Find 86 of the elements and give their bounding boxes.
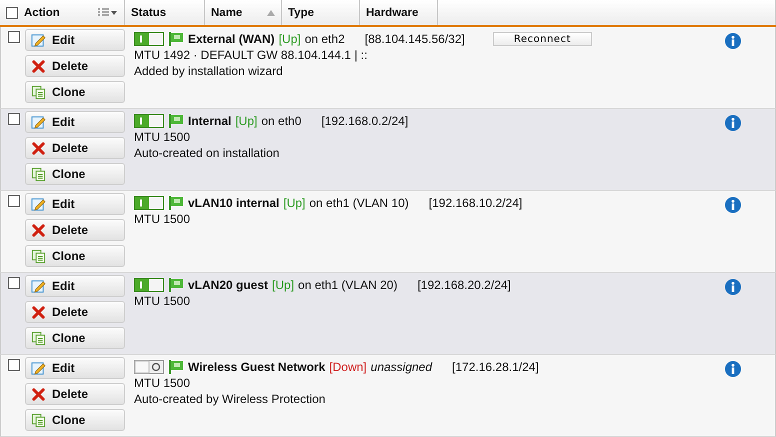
interface-port: on eth0 <box>261 113 302 129</box>
flag-icon <box>168 278 184 292</box>
toggle-switch[interactable] <box>134 114 164 128</box>
info-icon[interactable] <box>725 115 741 131</box>
copy-icon <box>31 248 46 264</box>
interface-port: on eth2 <box>304 31 345 47</box>
interface-detail: MTU 1492 · DEFAULT GW 88.104.144.1 | :: <box>134 47 368 63</box>
flag-icon <box>168 360 184 374</box>
row-checkbox[interactable] <box>8 195 20 207</box>
edit-button[interactable]: Edit <box>25 193 125 215</box>
delete-icon <box>31 140 46 156</box>
interface-name: vLAN10 internal <box>188 195 280 211</box>
row-checkbox[interactable] <box>8 277 20 289</box>
copy-icon <box>31 166 46 182</box>
delete-button[interactable]: Delete <box>25 137 125 159</box>
row-checkbox[interactable] <box>8 31 20 43</box>
interface-name: Wireless Guest Network <box>188 359 326 375</box>
column-header[interactable]: Status <box>131 6 166 18</box>
column-header[interactable]: Name <box>211 6 242 18</box>
clone-button[interactable]: Clone <box>25 409 125 431</box>
clone-button[interactable]: Clone <box>25 245 125 267</box>
row-checkbox[interactable] <box>8 113 20 125</box>
ip-address: [192.168.20.2/24] <box>417 277 511 293</box>
toggle-switch[interactable] <box>134 278 164 292</box>
edit-button[interactable]: Edit <box>25 29 125 51</box>
copy-icon <box>31 84 46 100</box>
clone-button[interactable]: Clone <box>25 163 125 185</box>
pencil-icon <box>31 114 46 130</box>
pencil-icon <box>31 360 46 376</box>
info-icon[interactable] <box>725 33 741 49</box>
interface-detail: Auto-created by Wireless Protection <box>134 391 326 407</box>
delete-icon <box>31 222 46 238</box>
info-icon[interactable] <box>725 197 741 213</box>
ip-address: [192.168.0.2/24] <box>321 113 408 129</box>
delete-button[interactable]: Delete <box>25 301 125 323</box>
toggle-switch[interactable] <box>134 32 164 46</box>
ip-address: [172.16.28.1/24] <box>452 359 539 375</box>
interface-status: [Down] <box>329 359 367 375</box>
ip-address: [192.168.10.2/24] <box>428 195 522 211</box>
interface-detail: MTU 1500 <box>134 211 192 227</box>
interface-detail: Auto-created on installation <box>134 145 280 161</box>
column-header[interactable]: Action <box>24 6 60 18</box>
interface-port: on eth1 (VLAN 20) <box>298 277 398 293</box>
edit-button[interactable]: Edit <box>25 275 125 297</box>
interface-name: External (WAN) <box>188 31 275 47</box>
delete-button[interactable]: Delete <box>25 219 125 241</box>
copy-icon <box>31 330 46 346</box>
delete-button[interactable]: Delete <box>25 55 125 77</box>
interface-port: unassigned <box>370 359 432 375</box>
interface-detail: MTU 1500 <box>134 375 192 391</box>
column-menu-icon[interactable] <box>98 8 118 18</box>
column-header[interactable]: Type <box>288 6 314 18</box>
clone-button[interactable]: Clone <box>25 81 125 103</box>
delete-icon <box>31 58 46 74</box>
interface-name: Internal <box>188 113 232 129</box>
delete-icon <box>31 386 46 402</box>
clone-button[interactable]: Clone <box>25 327 125 349</box>
interface-port: on eth1 (VLAN 10) <box>309 195 409 211</box>
delete-icon <box>31 304 46 320</box>
edit-button[interactable]: Edit <box>25 111 125 133</box>
interface-name: vLAN20 guest <box>188 277 268 293</box>
edit-button[interactable]: Edit <box>25 357 125 379</box>
toggle-switch[interactable] <box>134 360 164 374</box>
pencil-icon <box>31 278 46 294</box>
copy-icon <box>31 412 46 428</box>
pencil-icon <box>31 196 46 212</box>
interface-detail: Added by installation wizard <box>134 63 284 79</box>
reconnect-button[interactable]: Reconnect <box>492 32 592 46</box>
interface-status: [Up] <box>235 113 258 129</box>
row-checkbox[interactable] <box>8 359 20 371</box>
interface-detail: MTU 1500 <box>134 293 192 309</box>
column-header[interactable]: Hardware <box>366 6 418 18</box>
interface-status: [Up] <box>283 195 306 211</box>
interface-detail: MTU 1500 <box>134 129 192 145</box>
interface-status: [Up] <box>272 277 294 293</box>
interface-status: [Up] <box>278 31 301 47</box>
flag-icon <box>168 32 184 46</box>
pencil-icon <box>31 32 46 48</box>
flag-icon <box>168 114 184 128</box>
delete-button[interactable]: Delete <box>25 383 125 405</box>
info-icon[interactable] <box>725 279 741 295</box>
info-icon[interactable] <box>725 361 741 377</box>
ip-address: [88.104.145.56/32] <box>364 31 465 47</box>
flag-icon <box>168 196 184 210</box>
toggle-switch[interactable] <box>134 196 164 210</box>
select-all-checkbox[interactable] <box>6 6 18 18</box>
